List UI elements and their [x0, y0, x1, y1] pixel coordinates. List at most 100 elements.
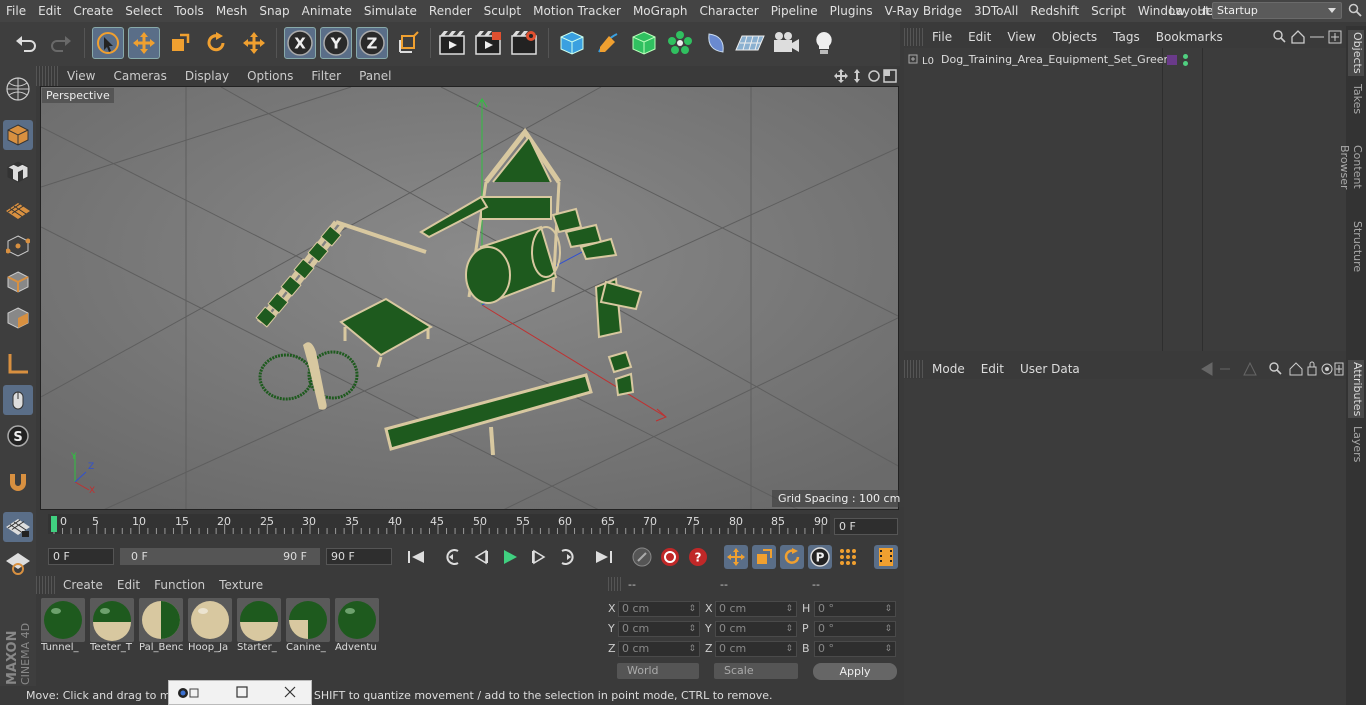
viewport-menu-display[interactable]: Display [176, 69, 238, 83]
material-swatch[interactable]: Tunnel_ [41, 598, 85, 656]
viewport-menu-view[interactable]: View [58, 69, 104, 83]
rotation-b-field[interactable]: 0 ° [814, 641, 896, 657]
material-swatch[interactable]: Starter_ [237, 598, 281, 656]
points-mode-icon[interactable] [3, 231, 33, 261]
go-to-end-icon[interactable] [592, 545, 616, 569]
axis-mode-icon[interactable] [3, 349, 33, 379]
edges-mode-icon[interactable] [3, 267, 33, 297]
cinema4d-app-icon[interactable] [177, 686, 201, 700]
current-frame-field[interactable]: 0 F [834, 518, 898, 535]
attribute-menu-mode[interactable]: Mode [924, 362, 973, 376]
x-axis-icon[interactable]: X [284, 27, 316, 59]
light-icon[interactable] [808, 27, 840, 59]
key-parameter-icon[interactable]: P [808, 545, 832, 569]
y-axis-icon[interactable]: Y [320, 27, 352, 59]
material-swatch[interactable]: Teeter_T [90, 598, 134, 656]
frame-range-slider[interactable]: 0 F 90 F [120, 548, 320, 565]
object-menu-view[interactable]: View [999, 30, 1043, 44]
viewport-menu-options[interactable]: Options [238, 69, 302, 83]
model-mode-icon[interactable] [3, 120, 33, 150]
undo-icon[interactable] [10, 27, 42, 59]
menu-simulate[interactable]: Simulate [358, 4, 423, 18]
attribute-menu-edit[interactable]: Edit [973, 362, 1012, 376]
rotate-icon[interactable] [200, 27, 232, 59]
solo-icon[interactable]: S [3, 421, 33, 451]
menu-motion-tracker[interactable]: Motion Tracker [527, 4, 627, 18]
material-menu-texture[interactable]: Texture [212, 578, 270, 592]
panel-grip[interactable] [36, 576, 56, 594]
position-x-field[interactable]: 0 cm [618, 601, 700, 617]
tab-structure[interactable]: Structure [1348, 220, 1364, 274]
search-icon[interactable] [1348, 3, 1362, 17]
playhead[interactable] [51, 516, 57, 532]
object-menu-edit[interactable]: Edit [960, 30, 999, 44]
apply-button[interactable]: Apply [813, 663, 897, 680]
menu-3dtoall[interactable]: 3DToAll [968, 4, 1024, 18]
panel-grip[interactable] [904, 28, 924, 46]
tab-layers[interactable]: Layers [1348, 424, 1364, 464]
render-visibility-dot[interactable] [1183, 61, 1188, 66]
object-menu-tags[interactable]: Tags [1105, 30, 1148, 44]
maximize-icon[interactable] [235, 685, 249, 699]
close-icon[interactable] [283, 685, 297, 699]
tab-attributes[interactable]: Attributes [1348, 360, 1364, 418]
key-scale-icon[interactable] [752, 545, 776, 569]
material-swatch[interactable]: Adventu [335, 598, 379, 656]
panel-grip[interactable] [904, 360, 924, 378]
position-y-field[interactable]: 0 cm [618, 621, 700, 637]
menu-redshift[interactable]: Redshift [1024, 4, 1085, 18]
make-editable-icon[interactable] [3, 74, 33, 104]
viewport-menu-filter[interactable]: Filter [302, 69, 350, 83]
live-selection-icon[interactable] [92, 27, 124, 59]
tab-takes[interactable]: Takes [1348, 82, 1364, 116]
pen-icon[interactable] [592, 27, 624, 59]
size-mode-dropdown[interactable]: Scale [714, 663, 798, 679]
viewport-camera-label[interactable]: Perspective [42, 88, 114, 103]
material-menu-edit[interactable]: Edit [110, 578, 147, 592]
material-swatch[interactable]: Hoop_Ja [188, 598, 232, 656]
menu-plugins[interactable]: Plugins [824, 4, 879, 18]
editor-visibility-dot[interactable] [1183, 54, 1188, 59]
menu-render[interactable]: Render [423, 4, 478, 18]
previous-key-icon[interactable] [442, 545, 466, 569]
render-view-icon[interactable] [436, 27, 468, 59]
material-menu-create[interactable]: Create [56, 578, 110, 592]
perspective-viewport[interactable]: Y Z X [40, 86, 899, 510]
menu-script[interactable]: Script [1085, 4, 1132, 18]
next-key-icon[interactable] [554, 545, 578, 569]
key-rotation-icon[interactable] [780, 545, 804, 569]
material-swatch[interactable]: Canine_ [286, 598, 330, 656]
menu-create[interactable]: Create [67, 4, 119, 18]
menu-pipeline[interactable]: Pipeline [765, 4, 824, 18]
object-menu-objects[interactable]: Objects [1044, 30, 1105, 44]
edit-render-settings-icon[interactable] [508, 27, 540, 59]
object-manager-nav-icons[interactable] [1272, 29, 1344, 45]
start-frame-field[interactable]: 0 F [48, 548, 114, 565]
menu-file[interactable]: File [0, 4, 32, 18]
menu-mesh[interactable]: Mesh [210, 4, 254, 18]
object-row[interactable]: L0 Dog_Training_Area_Equipment_Set_Green [906, 51, 1171, 69]
subdivision-icon[interactable] [628, 27, 660, 59]
object-menu-bookmarks[interactable]: Bookmarks [1148, 30, 1231, 44]
mograph-icon[interactable] [664, 27, 696, 59]
end-frame-field[interactable]: 90 F [326, 548, 392, 565]
deformer-icon[interactable] [700, 27, 732, 59]
key-point-level-icon[interactable] [836, 545, 860, 569]
play-icon[interactable] [498, 545, 522, 569]
move-world-icon[interactable] [238, 27, 270, 59]
viewport-nav-icons[interactable] [834, 68, 898, 84]
material-menu-function[interactable]: Function [147, 578, 212, 592]
size-y-field[interactable]: 0 cm [715, 621, 797, 637]
panel-grip[interactable] [36, 66, 58, 86]
menu-edit[interactable]: Edit [32, 4, 67, 18]
render-picture-viewer-icon[interactable] [472, 27, 504, 59]
tab-content-browser[interactable]: Content Browser [1338, 122, 1364, 212]
menu-vray-bridge[interactable]: V-Ray Bridge [879, 4, 968, 18]
tab-objects[interactable]: Objects [1348, 30, 1364, 76]
menu-select[interactable]: Select [119, 4, 168, 18]
coordinate-space-dropdown[interactable]: World [617, 663, 699, 679]
texture-mode-icon[interactable] [3, 157, 33, 187]
coordinate-system-icon[interactable] [393, 27, 425, 59]
timeline-window-icon[interactable] [874, 545, 898, 569]
menu-animate[interactable]: Animate [296, 4, 358, 18]
